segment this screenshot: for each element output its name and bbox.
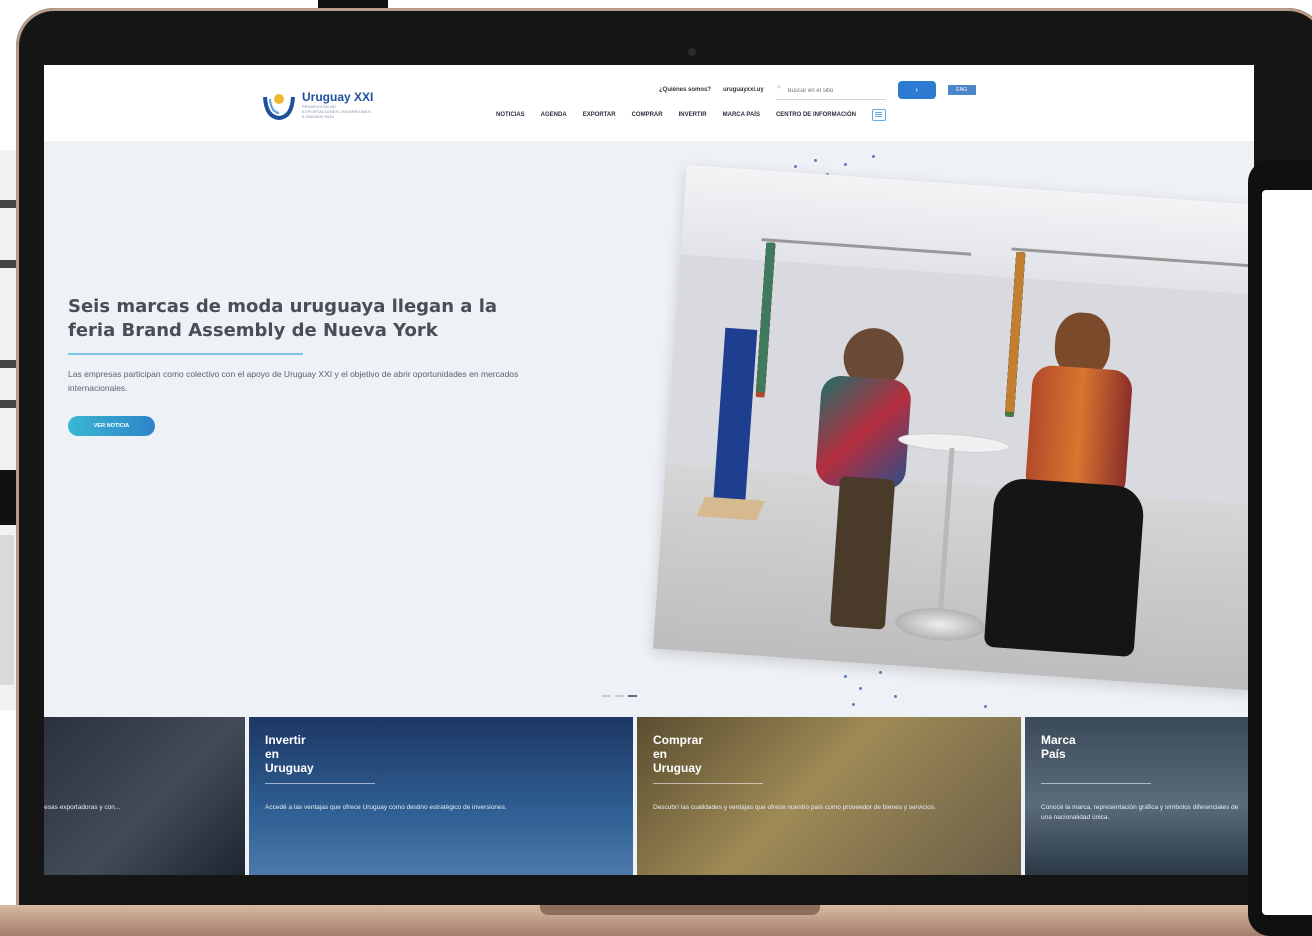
tablet-screen: [1262, 190, 1312, 915]
language-switch[interactable]: ENG: [947, 84, 976, 95]
pager-dot-active[interactable]: [628, 695, 637, 697]
feature-cards: ...s para empresas exportadoras y con...…: [44, 717, 1254, 875]
main-nav: NOTICIAS AGENDA EXPORTAR COMPRAR INVERTI…: [496, 109, 886, 121]
card-divider: [653, 783, 763, 784]
site-link[interactable]: uruguayxxi.uy: [723, 87, 764, 93]
nav-noticias[interactable]: NOTICIAS: [496, 112, 525, 118]
hero-photo: [652, 164, 1254, 691]
about-link[interactable]: ¿Quiénes somos?: [659, 87, 711, 93]
card-description: Accedé a las ventajas que ofrece Uruguay…: [265, 804, 507, 811]
card-comprar[interactable]: Comprar en Uruguay Descubrí las cualidad…: [637, 717, 1021, 875]
search-button[interactable]: ›: [897, 80, 936, 99]
search-box: ⌕: [775, 79, 886, 100]
logo-name: Uruguay XXI: [302, 89, 374, 104]
card-divider: [265, 783, 375, 784]
card-title: Comprar en Uruguay: [653, 733, 704, 775]
decorative-dots-bottom: [834, 665, 1004, 715]
hero-description: Las empresas participan como colectivo c…: [68, 369, 519, 393]
card-description: Conocé la marca, representación gráfica …: [1041, 804, 1239, 821]
background-grey-block: [0, 535, 14, 685]
hero-title: Seis marcas de moda uruguaya llegan a la…: [68, 296, 498, 341]
tablet-device: [1248, 160, 1312, 936]
card-marca-pais[interactable]: Marca País Conocé la marca, representaci…: [1025, 717, 1254, 875]
card-invertir[interactable]: Invertir en Uruguay Accedé a las ventaja…: [249, 717, 633, 875]
card-title: Marca País: [1041, 733, 1076, 761]
card-title: Invertir en Uruguay: [265, 733, 314, 775]
search-input[interactable]: [775, 83, 886, 100]
pager-dot[interactable]: [615, 695, 624, 697]
website-screen: Uruguay XXI PROMOCIÓN DE EXPORTACIONES, …: [44, 65, 1254, 875]
laptop-notch: [540, 905, 820, 915]
nav-comprar[interactable]: COMPRAR: [632, 112, 663, 118]
background-device-edge: [318, 0, 388, 8]
site-header: Uruguay XXI PROMOCIÓN DE EXPORTACIONES, …: [44, 65, 1254, 141]
menu-icon[interactable]: [871, 109, 886, 121]
carousel-pager: [602, 695, 637, 697]
card-exportar[interactable]: ...s para empresas exportadoras y con...: [44, 717, 245, 875]
see-news-button[interactable]: VER NOTICIA: [68, 416, 155, 436]
search-icon: ⌕: [776, 82, 782, 91]
utility-bar: ¿Quiénes somos? uruguayxxi.uy ⌕ › ENG: [659, 79, 976, 100]
logo-icon: [263, 94, 295, 121]
nav-invertir[interactable]: INVERTIR: [679, 112, 707, 118]
logo-tagline: PROMOCIÓN DE EXPORTACIONES, INVERSIONES …: [302, 103, 371, 119]
nav-centro-informacion[interactable]: CENTRO DE INFORMACIÓN: [776, 112, 856, 118]
site-logo[interactable]: Uruguay XXI PROMOCIÓN DE EXPORTACIONES, …: [262, 87, 373, 121]
laptop-camera: [688, 48, 696, 56]
nav-marca-pais[interactable]: MARCA PAÍS: [723, 112, 760, 118]
nav-exportar[interactable]: EXPORTAR: [583, 112, 616, 118]
card-description: ...s para empresas exportadoras y con...: [44, 804, 121, 811]
card-description: Descubrí las cualidades y ventajas que o…: [653, 804, 936, 811]
hero-divider: [68, 353, 303, 355]
nav-agenda[interactable]: AGENDA: [541, 112, 567, 118]
pager-dot[interactable]: [602, 695, 611, 697]
card-divider: [1041, 783, 1151, 784]
